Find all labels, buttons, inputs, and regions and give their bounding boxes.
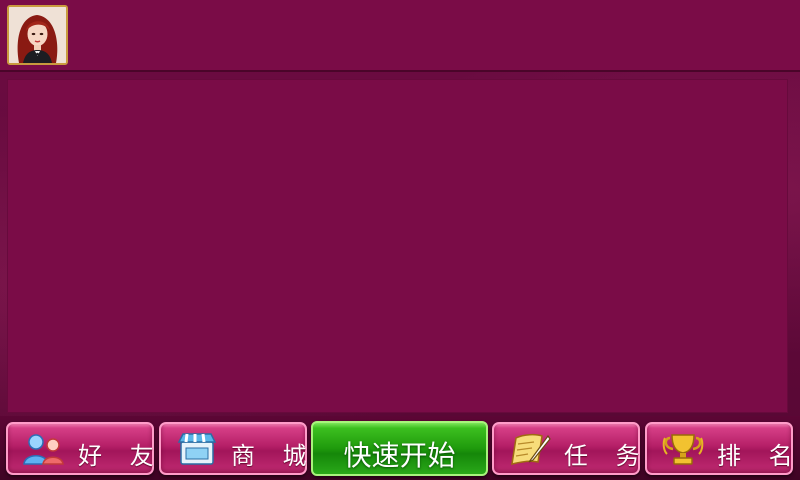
tasks-button[interactable]: 任 务 [492,422,640,475]
quick-start-button[interactable]: 快速开始 [311,421,488,476]
shop-icon [175,432,219,466]
friends-label: 好 友 [78,442,164,470]
scroll-pen-icon [508,432,552,466]
quick-start-label: 快速开始 [343,439,456,472]
friends-button[interactable]: 好 友 [6,422,154,475]
player-portrait-icon [9,7,66,63]
main-content-panel [7,79,788,413]
friends-icon [22,432,66,466]
trophy-icon [661,432,705,466]
shop-button[interactable]: 商 城 [159,422,307,475]
shop-label: 商 城 [231,442,317,470]
player-avatar[interactable] [7,5,68,65]
tasks-label: 任 务 [564,442,650,470]
top-bar [0,0,800,72]
ranking-label: 排 名 [717,442,800,470]
ranking-button[interactable]: 排 名 [645,422,793,475]
